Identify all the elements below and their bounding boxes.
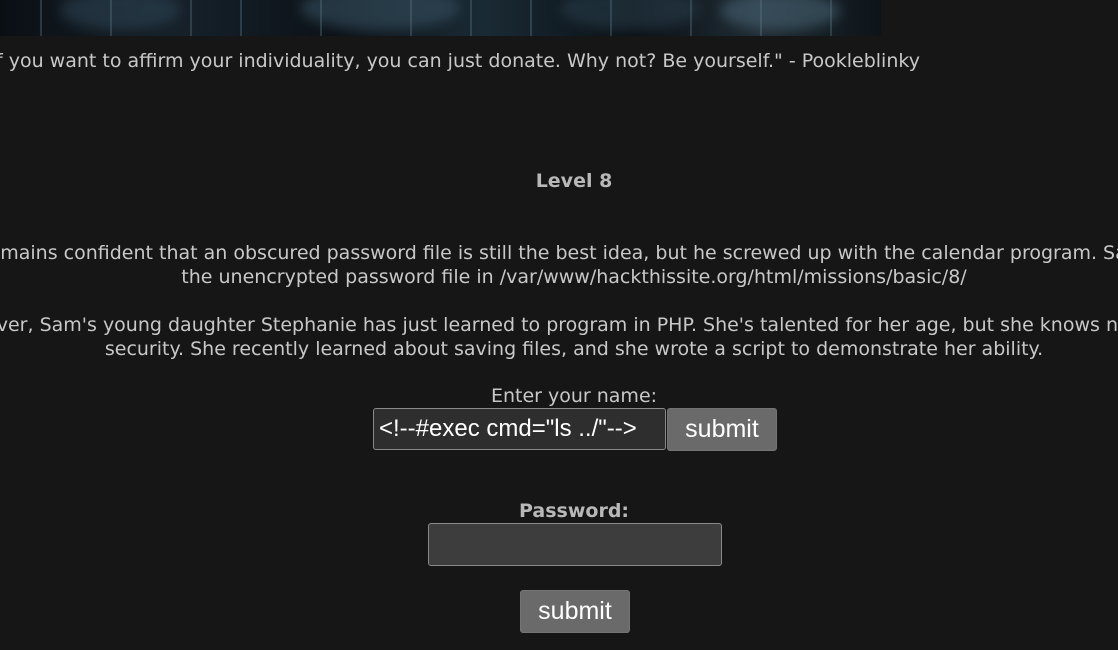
level-title: Level 8 <box>535 170 613 192</box>
password-submit-button[interactable]: submit <box>520 590 630 633</box>
paragraph-2-line-1: wever, Sam's young daughter Stephanie ha… <box>0 314 1118 336</box>
name-submit-button[interactable]: submit <box>667 408 777 451</box>
header-banner-image <box>0 0 881 36</box>
paragraph-2-line-2: security. She recently learned about sav… <box>104 338 1044 360</box>
mission-description-paragraph-1: n remains confident that an obscured pas… <box>0 241 1118 289</box>
mission-page: f you want to affirm your individuality,… <box>0 0 1118 650</box>
donation-quote: f you want to affirm your individuality,… <box>0 50 920 72</box>
mission-description-paragraph-2: wever, Sam's young daughter Stephanie ha… <box>0 313 1118 361</box>
password-field-label: Password: <box>518 500 630 522</box>
name-field-label: Enter your name: <box>490 385 658 407</box>
paragraph-1-line-1: n remains confident that an obscured pas… <box>0 242 1118 264</box>
password-input[interactable] <box>428 523 722 566</box>
name-input[interactable]: <!--#exec cmd="ls ../"--> <box>373 408 666 450</box>
paragraph-1-line-2: the unencrypted password file in /var/ww… <box>181 266 967 288</box>
